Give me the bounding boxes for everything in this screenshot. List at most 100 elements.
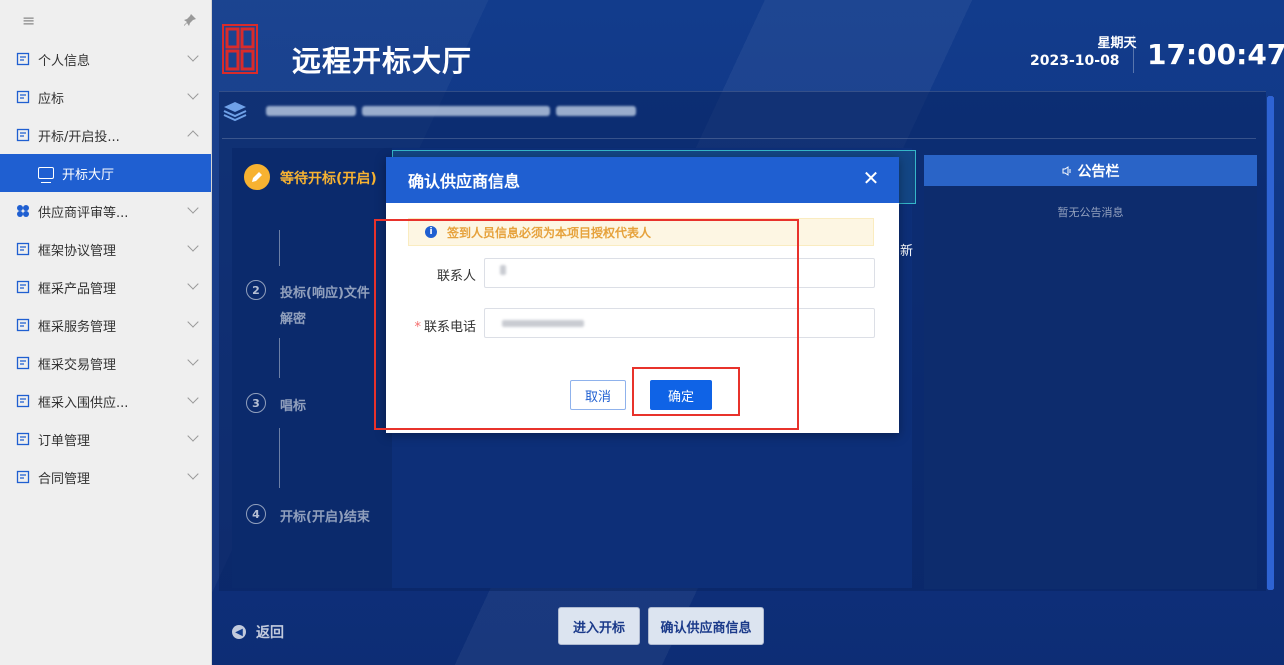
contract-icon <box>16 470 30 484</box>
pin-icon[interactable] <box>183 13 197 27</box>
phone-value-redacted <box>502 320 584 327</box>
divider <box>222 138 1256 139</box>
chevron-down-icon <box>187 354 199 366</box>
project-title-bar <box>222 94 1222 128</box>
partial-text: 新 <box>900 244 914 259</box>
contact-label: 联系人 <box>396 265 476 284</box>
project-section-redacted <box>556 106 636 116</box>
phone-label-text: 联系电话 <box>423 320 476 335</box>
monitor-icon <box>38 167 54 183</box>
enter-bid-button[interactable]: 进入开标 <box>558 607 640 645</box>
sidebar: ≡ 个人信息应标开标/开启投... 开标大厅供应商评审等... 框架协议管理 框采产品… <box>0 0 212 665</box>
step-label: 开标(开启)结束 <box>280 510 370 525</box>
sidebar-item[interactable]: 开标/开启投... <box>0 116 211 154</box>
agreement-icon <box>16 242 30 256</box>
step-number: 3 <box>246 393 266 413</box>
sidebar-item-label: 应标 <box>38 91 65 107</box>
sidebar-item-label: 框采产品管理 <box>38 281 117 297</box>
contact-label-text: 联系人 <box>436 269 476 284</box>
notice-empty: 暂无公告消息 <box>1057 206 1124 219</box>
supplier-icon <box>16 394 30 408</box>
scrollbar-thumb[interactable] <box>1267 96 1274 590</box>
chevron-down-icon <box>187 468 199 480</box>
sidebar-subitem-open-hall[interactable]: 开标大厅 <box>0 154 211 192</box>
sidebar-item-label: 框采入围供应... <box>38 395 129 411</box>
bid-icon <box>16 90 30 104</box>
contact-value-redacted <box>500 265 506 275</box>
order-icon <box>16 432 30 446</box>
id-card-icon <box>16 52 30 66</box>
chevron-down-icon <box>187 88 199 100</box>
step-label: 唱标 <box>280 399 307 414</box>
warning-alert: i 签到人员信息必须为本项目授权代表人 <box>408 218 874 246</box>
chevron-down-icon <box>187 202 199 214</box>
notice-title: 公告栏 <box>1077 163 1120 180</box>
contact-input[interactable] <box>484 258 875 288</box>
steps-column: 等待开标(开启) 2 投标(响应)文件解密 3 唱标 4 开标(开启)结束 <box>232 148 392 588</box>
sidebar-item[interactable]: 供应商评审等... <box>0 192 211 230</box>
back-label: 返回 <box>256 625 284 641</box>
hall-logo-icon <box>222 24 258 74</box>
step-label: 投标(响应)文件解密 <box>280 286 370 327</box>
chevron-down-icon <box>187 316 199 328</box>
step-connector <box>279 428 280 488</box>
chevron-down-icon <box>187 50 199 62</box>
layers-icon <box>223 102 247 122</box>
cancel-button[interactable]: 取消 <box>570 380 626 410</box>
clock: 17:00:47 <box>1147 38 1284 71</box>
hall-title: 远程开标大厅 <box>292 44 473 78</box>
dialog-header: 确认供应商信息 ✕ <box>386 157 899 203</box>
sidebar-item[interactable]: 应标 <box>0 78 211 116</box>
phone-label: * 联系电话 <box>396 316 476 335</box>
back-icon: ◀ <box>232 625 246 639</box>
open-bid-icon <box>16 128 30 142</box>
step-label: 等待开标(开启) <box>280 171 377 187</box>
sidebar-item[interactable]: 框架协议管理 <box>0 230 211 268</box>
required-marker: * <box>414 320 421 335</box>
sidebar-top: ≡ <box>0 0 211 40</box>
step-number: 2 <box>246 280 266 300</box>
step-connector <box>279 230 280 266</box>
info-icon: i <box>425 226 437 238</box>
step-connector <box>279 338 280 378</box>
menu-icon[interactable]: ≡ <box>22 11 35 30</box>
sidebar-item-label: 个人信息 <box>38 53 91 69</box>
sidebar-item[interactable]: 框采产品管理 <box>0 268 211 306</box>
pencil-icon <box>244 164 270 190</box>
chevron-down-icon <box>187 430 199 442</box>
close-icon[interactable]: ✕ <box>861 168 881 188</box>
ok-button[interactable]: 确定 <box>650 380 712 410</box>
weekday: 星期天 <box>1097 36 1137 51</box>
sidebar-subitem-label: 开标大厅 <box>62 167 115 183</box>
service-icon <box>16 318 30 332</box>
back-button[interactable]: ◀ 返回 <box>232 622 284 642</box>
sidebar-item-label: 订单管理 <box>38 433 91 449</box>
step-number: 4 <box>246 504 266 524</box>
trade-icon <box>16 356 30 370</box>
chevron-down-icon <box>187 240 199 252</box>
sidebar-item[interactable]: 订单管理 <box>0 420 211 458</box>
sidebar-item[interactable]: 框采服务管理 <box>0 306 211 344</box>
sidebar-item-label: 框架协议管理 <box>38 243 117 259</box>
sidebar-item[interactable]: 框采交易管理 <box>0 344 211 382</box>
sidebar-item[interactable]: 合同管理 <box>0 458 211 496</box>
chevron-down-icon <box>187 278 199 290</box>
dialog-title: 确认供应商信息 <box>408 172 521 191</box>
date: 2023-10-08 <box>1030 53 1120 69</box>
sidebar-item-label: 合同管理 <box>38 471 91 487</box>
sidebar-item[interactable]: 框采入围供应... <box>0 382 211 420</box>
sidebar-item-label: 框采服务管理 <box>38 319 117 335</box>
sidebar-item[interactable]: 个人信息 <box>0 40 211 78</box>
warning-text: 签到人员信息必须为本项目授权代表人 <box>447 225 652 240</box>
clock-divider <box>1133 35 1134 73</box>
grid-icon <box>16 204 30 218</box>
product-icon <box>16 280 30 294</box>
chevron-down-icon <box>187 392 199 404</box>
confirm-supplier-button[interactable]: 确认供应商信息 <box>648 607 764 645</box>
sidebar-item-label: 供应商评审等... <box>38 205 129 221</box>
notice-board: 公告栏 暂无公告消息 <box>924 155 1257 589</box>
project-name-redacted <box>266 106 356 116</box>
chevron-up-icon <box>187 130 199 142</box>
sidebar-item-label: 框采交易管理 <box>38 357 117 373</box>
speaker-icon <box>1062 165 1070 176</box>
